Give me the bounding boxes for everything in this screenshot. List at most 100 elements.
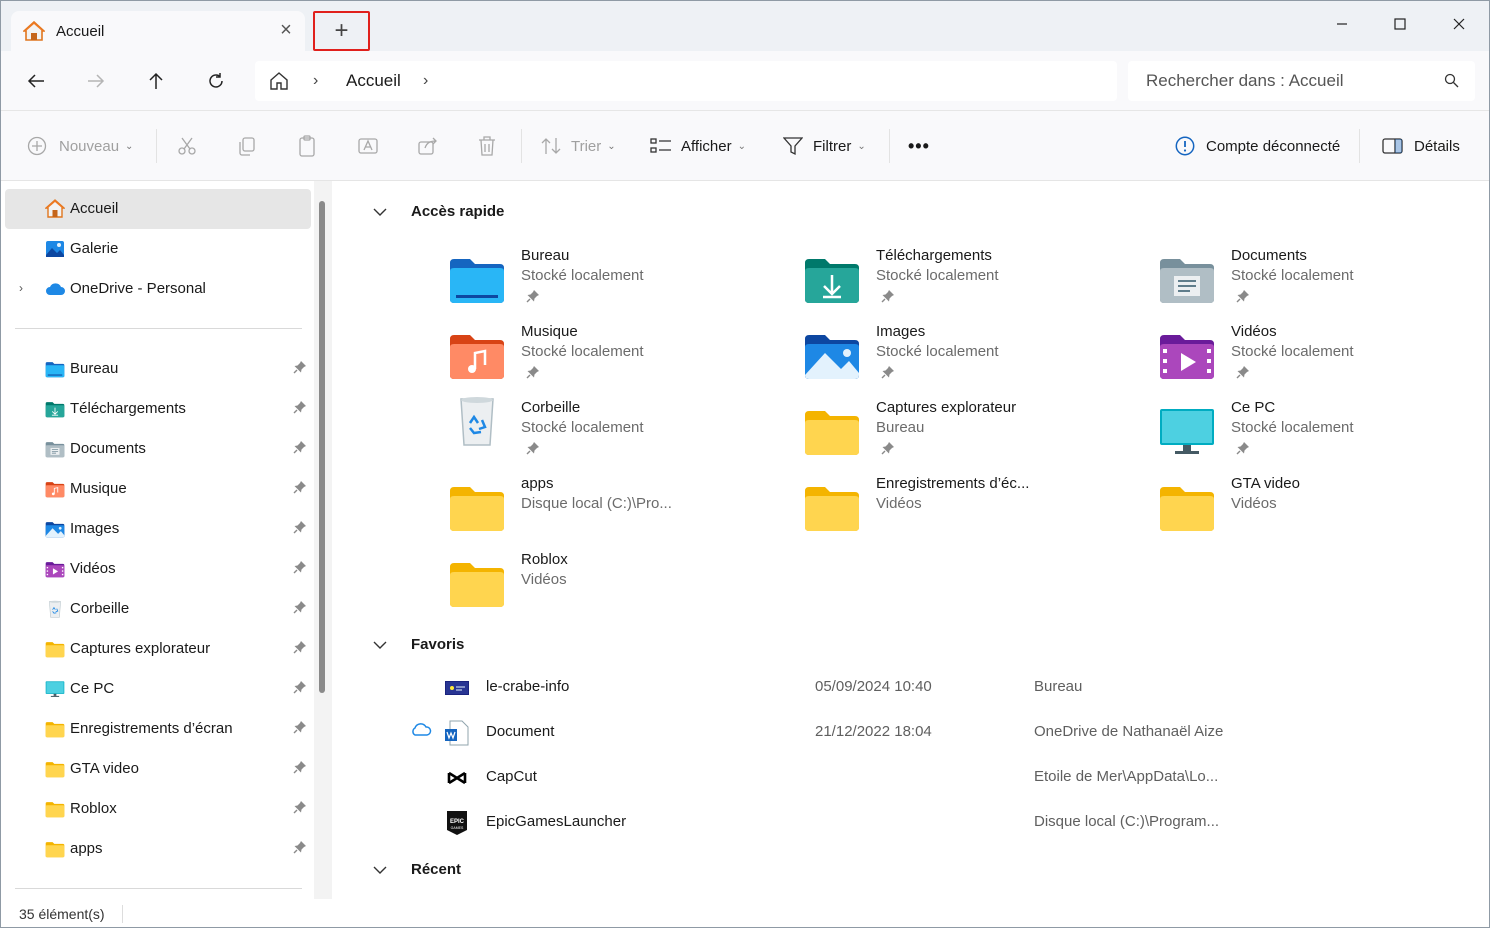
favorite-row[interactable]: le-crabe-info 05/09/2024 10:40 Bureau — [332, 668, 1482, 708]
quick-access-item[interactable]: Ce PC Stocké localement — [1158, 399, 1488, 469]
pin-icon[interactable] — [293, 480, 307, 494]
sidebar-item-pinned[interactable]: Corbeille — [5, 589, 311, 629]
chevron-right-icon[interactable]: › — [19, 281, 23, 295]
pin-icon[interactable] — [293, 400, 307, 414]
item-name: Téléchargements — [876, 247, 992, 264]
pin-icon[interactable] — [293, 360, 307, 374]
search-input[interactable]: Rechercher dans : Accueil — [1146, 71, 1344, 91]
folder-icon — [45, 759, 65, 779]
forward-button[interactable] — [78, 63, 114, 99]
documents-icon — [1158, 253, 1216, 305]
main-content: Accès rapide Bureau Stocké localement Télé… — [332, 181, 1489, 901]
cut-button[interactable] — [177, 133, 197, 159]
minimize-button[interactable] — [1313, 1, 1371, 47]
sidebar-item-pinned[interactable]: Documents — [5, 429, 311, 469]
more-options-button[interactable]: ••• — [908, 133, 930, 159]
filter-button[interactable]: Filtrer ⌄ — [783, 133, 866, 159]
delete-button[interactable] — [477, 133, 497, 159]
sidebar-item-pinned[interactable]: Téléchargements — [5, 389, 311, 429]
title-bar: Accueil × + — [1, 1, 1489, 51]
sidebar-item-accueil[interactable]: Accueil — [5, 189, 311, 229]
rename-button[interactable] — [357, 133, 379, 159]
quick-access-item[interactable]: Roblox Vidéos — [448, 551, 778, 621]
sidebar-item-pinned[interactable]: Enregistrements d’écran — [5, 709, 311, 749]
sidebar-item-pinned[interactable]: Roblox — [5, 789, 311, 829]
music-icon — [45, 479, 65, 499]
quick-access-item[interactable]: Documents Stocké localement — [1158, 247, 1488, 317]
new-button[interactable]: Nouveau ⌄ — [27, 133, 133, 159]
sidebar-item-pinned[interactable]: Bureau — [5, 349, 311, 389]
folder-icon — [45, 799, 65, 819]
pin-icon[interactable] — [293, 640, 307, 654]
quick-access-item[interactable]: Vidéos Stocké localement — [1158, 323, 1488, 393]
breadcrumb[interactable]: Accueil — [346, 71, 401, 91]
folder-icon — [45, 639, 65, 659]
new-tab-button[interactable]: + — [313, 11, 370, 51]
pin-icon[interactable] — [293, 680, 307, 694]
paste-button[interactable] — [297, 133, 317, 159]
quick-access-item[interactable]: GTA video Vidéos — [1158, 475, 1488, 545]
share-button[interactable] — [417, 133, 439, 159]
chevron-down-icon[interactable] — [372, 637, 388, 653]
sidebar-item-pinned[interactable]: Captures explorateur — [5, 629, 311, 669]
pin-icon[interactable] — [293, 840, 307, 854]
address-bar[interactable]: › Accueil › — [255, 61, 1117, 101]
refresh-button[interactable] — [198, 63, 234, 99]
arrow-right-icon — [88, 74, 105, 88]
chevron-right-icon[interactable]: › — [313, 72, 318, 90]
sort-button[interactable]: Trier ⌄ — [541, 133, 616, 159]
pin-icon[interactable] — [293, 720, 307, 734]
maximize-button[interactable] — [1371, 1, 1429, 47]
sidebar-item-pinned[interactable]: Ce PC — [5, 669, 311, 709]
sidebar-item-onedrive[interactable]: › OneDrive - Personal — [5, 269, 311, 309]
account-status-button[interactable]: Compte déconnecté — [1175, 133, 1340, 159]
back-button[interactable] — [18, 63, 54, 99]
sidebar-item-pinned[interactable]: Vidéos — [5, 549, 311, 589]
item-location: Disque local (C:)\Pro... — [521, 495, 672, 512]
pin-icon[interactable] — [293, 760, 307, 774]
chevron-down-icon[interactable] — [372, 862, 388, 878]
close-tab-icon[interactable]: × — [277, 20, 295, 40]
tab-accueil[interactable]: Accueil × — [11, 11, 305, 51]
favorite-name: Document — [486, 723, 555, 740]
copy-button[interactable] — [237, 133, 257, 159]
details-pane-button[interactable]: Détails — [1382, 133, 1460, 159]
quick-access-item[interactable]: Captures explorateur Bureau — [803, 399, 1133, 469]
chevron-right-icon[interactable]: › — [423, 72, 428, 90]
pin-icon[interactable] — [293, 440, 307, 454]
chevron-down-icon[interactable] — [372, 204, 388, 220]
svg-text:EPIC: EPIC — [450, 819, 465, 825]
sidebar-item-pinned[interactable]: GTA video — [5, 749, 311, 789]
pin-icon — [881, 441, 895, 455]
sidebar-scrollbar-thumb[interactable] — [319, 201, 325, 693]
item-name: Enregistrements d’éc... — [876, 475, 1030, 492]
up-button[interactable] — [138, 63, 174, 99]
pin-icon[interactable] — [293, 600, 307, 614]
view-button[interactable]: Afficher ⌄ — [650, 133, 746, 159]
sidebar-item-pinned[interactable]: Images — [5, 509, 311, 549]
favorite-row[interactable]: Document 21/12/2022 18:04 OneDrive de Nath… — [332, 713, 1482, 753]
quick-access-item[interactable]: Bureau Stocké localement — [448, 247, 778, 317]
sidebar-item-galerie[interactable]: Galerie — [5, 229, 311, 269]
sidebar-item-label: Enregistrements d’écran — [70, 720, 233, 737]
recycle-bin-icon — [45, 599, 65, 619]
pin-icon[interactable] — [293, 520, 307, 534]
home-outline-icon[interactable] — [269, 71, 289, 91]
quick-access-item[interactable]: Corbeille Stocké localement — [448, 397, 778, 469]
pin-icon[interactable] — [293, 800, 307, 814]
search-box[interactable]: Rechercher dans : Accueil — [1128, 61, 1475, 101]
pin-icon[interactable] — [293, 560, 307, 574]
quick-access-item[interactable]: Images Stocké localement — [803, 323, 1133, 393]
item-location: Stocké localement — [521, 343, 644, 360]
sidebar-item-pinned[interactable]: Musique — [5, 469, 311, 509]
sidebar-item-pinned[interactable]: apps — [5, 829, 311, 869]
quick-access-item[interactable]: apps Disque local (C:)\Pro... — [448, 475, 778, 545]
favorite-row[interactable]: CapCut Etoile de Mer\AppData\Lo... — [332, 758, 1482, 798]
favorite-row[interactable]: EPIC GAMES EpicGamesLauncher Disque local (… — [332, 803, 1482, 843]
quick-access-item[interactable]: Téléchargements Stocké localement — [803, 247, 1133, 317]
close-window-button[interactable] — [1430, 1, 1488, 47]
view-list-icon — [650, 138, 671, 153]
quick-access-item[interactable]: Enregistrements d’éc... Vidéos — [803, 475, 1133, 545]
quick-access-item[interactable]: Musique Stocké localement — [448, 323, 778, 393]
sidebar-item-label: Galerie — [70, 240, 119, 257]
